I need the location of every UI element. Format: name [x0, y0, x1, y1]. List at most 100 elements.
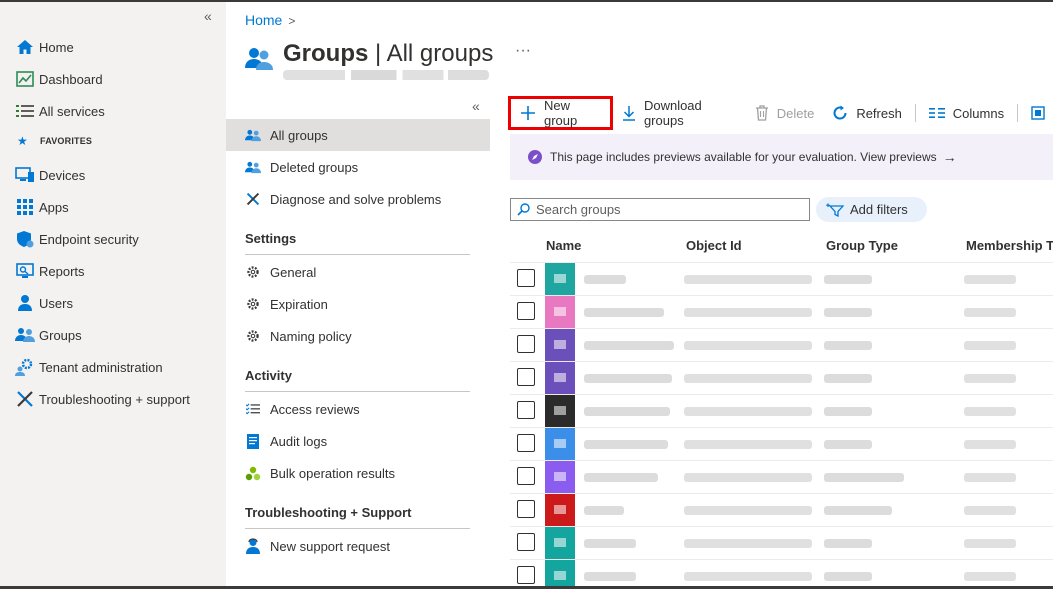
troubleshooting-heading: Troubleshooting + Support	[245, 505, 412, 520]
row-checkbox[interactable]	[517, 335, 535, 353]
checklist-icon	[244, 400, 262, 418]
group-type-redacted	[824, 473, 904, 482]
row-checkbox[interactable]	[517, 434, 535, 452]
sidebar-item-dashboard[interactable]: Dashboard	[0, 63, 226, 95]
command-bar: New group Download groups Delete Refresh…	[508, 96, 1053, 130]
add-filters-button[interactable]: Add filters	[816, 197, 927, 222]
preview-features-button[interactable]	[1022, 96, 1053, 130]
column-header-group-type[interactable]: Group Type	[826, 238, 898, 253]
table-row[interactable]	[510, 527, 1053, 560]
menu-item-all-groups[interactable]: All groups	[226, 119, 490, 151]
wrench-icon	[13, 389, 37, 409]
sidebar-item-label: Troubleshooting + support	[39, 391, 190, 407]
sidebar-item-label: Home	[39, 39, 74, 55]
favorites-heading: FAVORITES	[40, 136, 93, 146]
row-checkbox[interactable]	[517, 269, 535, 287]
row-checkbox[interactable]	[517, 566, 535, 584]
sidebar-item-troubleshooting[interactable]: Troubleshooting + support	[0, 383, 226, 415]
group-avatar	[545, 395, 575, 427]
group-name-redacted[interactable]	[584, 341, 674, 350]
table-row[interactable]	[510, 461, 1053, 494]
collapse-menu-icon[interactable]: «	[472, 98, 480, 114]
sidebar-item-apps[interactable]: Apps	[0, 191, 226, 223]
row-checkbox[interactable]	[517, 368, 535, 386]
group-type-redacted	[824, 440, 872, 449]
groups-icon	[245, 46, 273, 75]
table-row[interactable]	[510, 263, 1053, 296]
search-input[interactable]	[536, 202, 796, 217]
group-type-redacted	[824, 341, 872, 350]
object-id-redacted	[684, 440, 812, 449]
group-name-redacted[interactable]	[584, 440, 668, 449]
sidebar-item-all-services[interactable]: All services	[0, 95, 226, 127]
row-checkbox[interactable]	[517, 500, 535, 518]
menu-item-deleted-groups[interactable]: Deleted groups	[226, 151, 490, 183]
membership-type-redacted	[964, 374, 1016, 383]
menu-item-diagnose[interactable]: Diagnose and solve problems	[226, 183, 490, 215]
group-type-redacted	[824, 275, 872, 284]
row-checkbox[interactable]	[517, 401, 535, 419]
more-options-button[interactable]: ···	[515, 42, 531, 60]
table-row[interactable]	[510, 362, 1053, 395]
group-type-redacted	[824, 506, 892, 515]
columns-button[interactable]: Columns	[920, 96, 1013, 130]
gear-icon	[244, 327, 262, 345]
group-avatar	[545, 329, 575, 361]
group-name-redacted[interactable]	[584, 275, 626, 284]
row-checkbox[interactable]	[517, 467, 535, 485]
menu-item-new-support-request[interactable]: New support request	[226, 530, 490, 562]
sidebar-item-users[interactable]: Users	[0, 287, 226, 319]
arrow-right-icon: →	[942, 149, 957, 165]
user-icon	[13, 293, 37, 313]
menu-item-general[interactable]: General	[226, 256, 490, 288]
refresh-button[interactable]: Refresh	[823, 96, 911, 130]
column-header-name[interactable]: Name	[546, 238, 581, 253]
sidebar-item-home[interactable]: Home	[0, 31, 226, 63]
sidebar-item-reports[interactable]: Reports	[0, 255, 226, 287]
table-row[interactable]	[510, 428, 1053, 461]
menu-item-bulk-operation-results[interactable]: Bulk operation results	[226, 457, 490, 489]
sidebar-item-endpoint-security[interactable]: Endpoint security	[0, 223, 226, 255]
group-name-redacted[interactable]	[584, 572, 636, 581]
menu-item-naming-policy[interactable]: Naming policy	[226, 320, 490, 352]
membership-type-redacted	[964, 473, 1016, 482]
preview-banner[interactable]: This page includes previews available fo…	[510, 134, 1053, 180]
table-row[interactable]	[510, 329, 1053, 362]
group-name-redacted[interactable]	[584, 473, 658, 482]
sidebar-item-devices[interactable]: Devices	[0, 159, 226, 191]
menu-item-access-reviews[interactable]: Access reviews	[226, 393, 490, 425]
sidebar-item-groups[interactable]: Groups	[0, 319, 226, 351]
breadcrumb-home-link[interactable]: Home	[245, 12, 282, 28]
row-checkbox[interactable]	[517, 302, 535, 320]
table-row[interactable]	[510, 494, 1053, 527]
sidebar-item-label: All services	[39, 103, 105, 119]
row-checkbox[interactable]	[517, 533, 535, 551]
download-groups-button[interactable]: Download groups	[613, 96, 746, 130]
column-header-object-id[interactable]: Object Id	[686, 238, 742, 253]
menu-item-label: New support request	[270, 538, 390, 554]
new-group-button[interactable]: New group	[508, 96, 613, 130]
search-groups-field[interactable]	[510, 198, 810, 221]
menu-item-audit-logs[interactable]: Audit logs	[226, 425, 490, 457]
group-name-redacted[interactable]	[584, 506, 624, 515]
star-icon: ★	[17, 134, 28, 148]
membership-type-redacted	[964, 572, 1016, 581]
sidebar-item-tenant-administration[interactable]: Tenant administration	[0, 351, 226, 383]
group-name-redacted[interactable]	[584, 374, 672, 383]
group-name-redacted[interactable]	[584, 407, 670, 416]
group-type-redacted	[824, 407, 872, 416]
sidebar-item-label: Users	[39, 295, 73, 311]
page-title: Groups | All groups	[283, 40, 494, 67]
table-row[interactable]	[510, 296, 1053, 329]
delete-button[interactable]: Delete	[746, 96, 824, 130]
object-id-redacted	[684, 275, 812, 284]
table-row[interactable]	[510, 560, 1053, 589]
table-row[interactable]	[510, 395, 1053, 428]
collapse-sidebar-icon[interactable]: «	[204, 8, 212, 24]
menu-item-expiration[interactable]: Expiration	[226, 288, 490, 320]
divider	[245, 391, 470, 392]
group-name-redacted[interactable]	[584, 539, 636, 548]
group-name-redacted[interactable]	[584, 308, 664, 317]
breadcrumb-separator: >	[288, 14, 296, 28]
column-header-membership-type[interactable]: Membership Ty	[966, 238, 1053, 253]
